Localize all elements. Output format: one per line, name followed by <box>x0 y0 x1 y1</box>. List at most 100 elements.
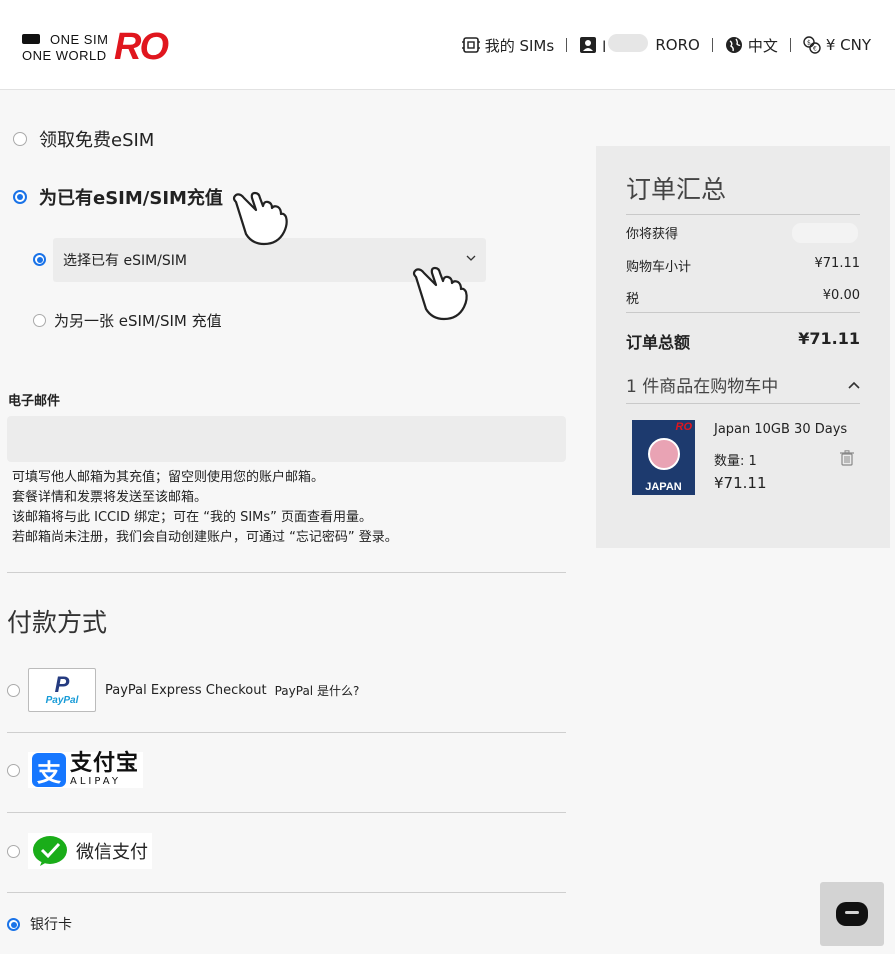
option-recharge-label: 为已有eSIM/SIM充值 <box>39 188 223 209</box>
trash-icon[interactable] <box>840 450 854 466</box>
email-hint-line: 若邮箱尚未注册，我们会自动创建账户，可通过 “忘记密码” 登录。 <box>12 530 398 545</box>
radio-other-sim[interactable] <box>33 314 46 327</box>
paypal-logo: P PayPal <box>28 668 96 712</box>
option-free-esim-label: 领取免费eSIM <box>39 130 155 151</box>
order-summary-title: 订单汇总 <box>626 175 727 204</box>
alipay-en-label: ALIPAY <box>70 776 121 787</box>
nav-divider <box>789 38 791 52</box>
alipay-icon: 支 <box>32 753 66 787</box>
payment-option-paypal[interactable]: P PayPal PayPal Express Checkout PayPal … <box>7 668 359 712</box>
summary-divider <box>626 312 860 313</box>
svg-text:€: € <box>813 46 817 53</box>
email-hint-line: 该邮箱将与此 ICCID 绑定；可在 “我的 SIMs” 页面查看用量。 <box>12 510 373 525</box>
product-thumbnail-label: JAPAN <box>645 481 682 493</box>
radio-free-esim[interactable] <box>13 132 27 146</box>
logo-brand: RO <box>114 26 169 68</box>
option-other-sim[interactable]: 为另一张 eSIM/SIM 充值 <box>33 310 222 331</box>
nav-divider <box>566 38 568 52</box>
email-field[interactable] <box>7 416 566 462</box>
nav-my-sims-label: 我的 SIMs <box>484 36 555 55</box>
nav-language[interactable]: 中文 <box>725 35 778 56</box>
section-divider <box>7 892 566 893</box>
bank-card-label: 银行卡 <box>30 917 72 933</box>
section-divider <box>7 572 566 573</box>
tax-value: ¥0.00 <box>822 288 860 303</box>
logo-line-2: ONE WORLD <box>22 48 107 63</box>
order-summary-panel: 订单汇总 你将获得 购物车小计 ¥71.11 税 ¥0.00 订单总额 ¥71.… <box>596 146 890 548</box>
cart-count-label: 1 件商品在购物车中 <box>626 377 779 397</box>
payment-option-alipay[interactable]: 支 支付宝 ALIPAY <box>7 751 144 788</box>
email-label: 电子邮件 <box>8 394 61 409</box>
nav-account[interactable]: l RORO <box>579 34 700 56</box>
cart-items-toggle[interactable]: 1 件商品在购物车中 <box>626 372 860 397</box>
currency-exchange-icon: $ € <box>803 36 821 54</box>
section-divider <box>7 732 566 733</box>
nav-my-sims[interactable]: 我的 SIMs <box>461 35 555 56</box>
subtotal-value: ¥71.11 <box>814 256 861 271</box>
receive-label: 你将获得 <box>626 227 679 242</box>
radio-bank-card[interactable] <box>7 917 20 931</box>
site-header: ONE SIM ONE WORLD RO 我的 SIMs l RORO 中文 $… <box>0 0 895 90</box>
wechat-icon <box>33 836 67 866</box>
email-hint-line: 套餐详情和发票将发送至该邮箱。 <box>12 490 208 505</box>
option-other-sim-label: 为另一张 eSIM/SIM 充值 <box>54 312 222 330</box>
radio-paypal[interactable] <box>7 683 20 697</box>
total-label: 订单总额 <box>626 333 691 352</box>
option-free-esim[interactable]: 领取免费eSIM <box>13 126 154 152</box>
chat-bubble-icon <box>836 902 868 926</box>
chevron-up-icon <box>848 381 860 389</box>
summary-row-total: 订单总额 ¥71.11 <box>626 329 860 353</box>
language-label: 中文 <box>747 36 778 55</box>
logo-line-1: ONE SIM <box>50 32 109 47</box>
chat-widget-button[interactable] <box>820 882 884 946</box>
pointer-hand-icon <box>412 266 468 321</box>
globe-icon <box>725 37 742 53</box>
chevron-down-icon <box>466 255 476 261</box>
user-card-icon <box>580 37 597 53</box>
payment-option-wechat[interactable]: 微信支付 <box>7 833 152 869</box>
user-name-redacted: l <box>602 34 650 56</box>
summary-row-receive: 你将获得 <box>626 223 860 243</box>
option-recharge[interactable]: 为已有eSIM/SIM充值 <box>13 184 223 210</box>
section-divider <box>7 812 566 813</box>
product-name[interactable]: Japan 10GB 30 Days <box>714 422 847 437</box>
receive-value-redacted <box>792 223 858 243</box>
summary-row-subtotal: 购物车小计 ¥71.11 <box>626 256 860 275</box>
nav-divider <box>711 38 713 52</box>
paypal-label: PayPal Express Checkout <box>105 682 267 698</box>
payment-title: 付款方式 <box>7 608 108 637</box>
radio-recharge[interactable] <box>13 190 27 204</box>
tax-label: 税 <box>626 292 640 307</box>
alipay-cn-label: 支付宝 <box>70 751 140 776</box>
paypal-logo-mark: P <box>54 671 70 697</box>
subtotal-label: 购物车小计 <box>626 260 692 275</box>
product-thumbnail[interactable]: RO JAPAN <box>632 420 695 495</box>
user-name: RORO <box>655 36 700 54</box>
summary-divider <box>626 214 860 215</box>
product-price: ¥71.11 <box>714 474 767 492</box>
paypal-logo-word: PayPal <box>45 694 79 706</box>
email-hints: 可填写他人邮箱为其充值；留空则使用您的账户邮箱。 套餐详情和发票将发送至该邮箱。… <box>12 468 398 548</box>
svg-text:$: $ <box>807 40 811 47</box>
product-quantity: 数量: 1 <box>714 454 757 469</box>
radio-select-existing[interactable] <box>33 253 46 266</box>
radio-wechat[interactable] <box>7 844 20 858</box>
summary-row-tax: 税 ¥0.00 <box>626 288 860 307</box>
wechat-pay-logo: 微信支付 <box>28 833 152 869</box>
wechat-label: 微信支付 <box>76 842 148 863</box>
payment-option-bank-card[interactable]: 银行卡 <box>7 914 72 934</box>
currency-label: ¥ CNY <box>825 36 871 54</box>
total-value: ¥71.11 <box>798 329 860 348</box>
product-thumbnail-brand: RO <box>675 421 693 433</box>
pointer-hand-icon <box>232 191 288 246</box>
radio-alipay[interactable] <box>7 763 20 777</box>
top-nav: 我的 SIMs l RORO 中文 $ € ¥ CNY <box>461 34 871 56</box>
alipay-logo: 支 支付宝 ALIPAY <box>28 751 144 788</box>
sim-chip-icon <box>461 37 480 53</box>
email-hint-line: 可填写他人邮箱为其充值；留空则使用您的账户邮箱。 <box>12 470 325 485</box>
summary-divider <box>626 403 860 404</box>
nav-currency[interactable]: $ € ¥ CNY <box>803 36 871 54</box>
existing-sim-select-value: 选择已有 eSIM/SIM <box>63 253 187 269</box>
paypal-what-link[interactable]: PayPal 是什么? <box>275 682 360 699</box>
sakura-icon <box>648 438 680 470</box>
